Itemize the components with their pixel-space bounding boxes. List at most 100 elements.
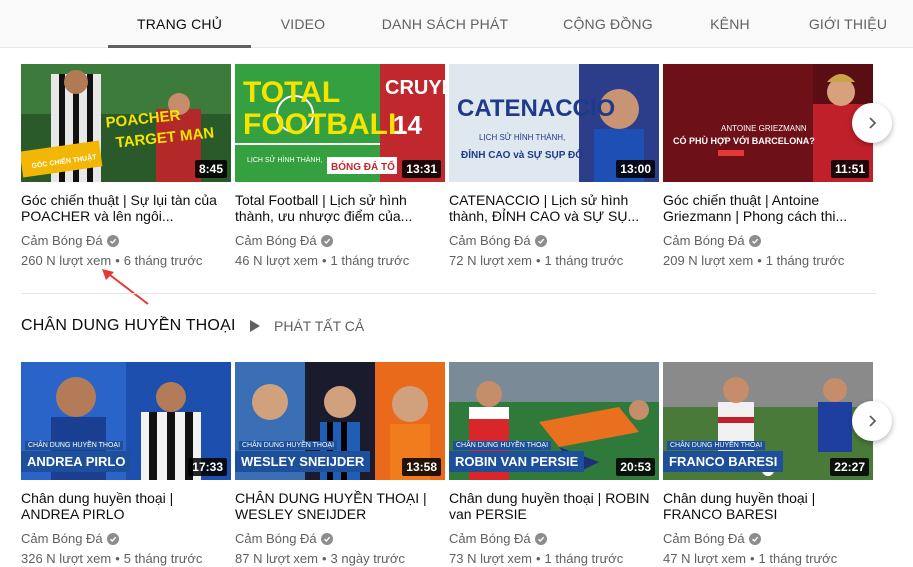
video-card[interactable]: CATENACCIO LỊCH SỬ HÌNH THÀNH, ĐỈNH CAO …: [449, 64, 659, 268]
upload-age: 1 tháng trước: [330, 253, 410, 268]
channel-name[interactable]: Cảm Bóng Đá: [449, 531, 659, 546]
meta-separator: •: [535, 551, 541, 566]
chevron-right-icon: [869, 415, 877, 427]
video-title[interactable]: Góc chiến thuật | Sự lụi tàn của POACHER…: [21, 192, 231, 224]
play-all-label: PHÁT TẤT CẢ: [274, 318, 365, 334]
video-title[interactable]: Chân dung huyền thoại | ROBIN van PERSIE: [449, 490, 659, 522]
video-title[interactable]: CATENACCIO | Lịch sử hình thành, ĐỈNH CA…: [449, 192, 659, 224]
upload-age: 6 tháng trước: [123, 253, 203, 268]
video-card[interactable]: TOTAL FOOTBALL CRUYFF 14 BÓNG ĐÁ TỔ LỊCH…: [235, 64, 445, 268]
video-thumbnail[interactable]: POACHER TARGET MAN GÓC CHIẾN THUẬT 8:45: [21, 64, 231, 182]
video-title[interactable]: Chân dung huyền thoại | ANDREA PIRLO: [21, 490, 231, 522]
section-title[interactable]: CHÂN DUNG HUYỀN THOẠI: [21, 317, 236, 335]
verified-check-icon: [748, 234, 761, 247]
view-count: 47 N lượt xem: [663, 551, 746, 566]
view-count: 260 N lượt xem: [21, 253, 112, 268]
verified-check-icon: [534, 234, 547, 247]
video-meta: 87 N lượt xem • 3 ngày trước: [235, 551, 445, 566]
thumbnail-caption: FRANCO BARESI: [663, 451, 784, 472]
tab-community[interactable]: CỘNG ĐỒNG: [552, 0, 664, 48]
svg-text:14: 14: [393, 110, 422, 140]
verified-check-icon: [320, 234, 333, 247]
upload-age: 1 tháng trước: [765, 253, 845, 268]
channel-name-text: Cảm Bóng Đá: [663, 233, 745, 248]
video-card[interactable]: ANTOINE GRIEZMANN CÓ PHÙ HỢP VỚI BARCELO…: [663, 64, 873, 268]
thumbnail-subcaption: CHÂN DUNG HUYỀN THOẠI: [25, 441, 124, 450]
chevron-right-icon: [869, 117, 877, 129]
channel-name-text: Cảm Bóng Đá: [449, 531, 531, 546]
svg-text:ĐỈNH CAO và SỰ SỤP ĐỔ: ĐỈNH CAO và SỰ SỤP ĐỔ: [461, 148, 583, 161]
view-count: 87 N lượt xem: [235, 551, 318, 566]
video-card[interactable]: POACHER TARGET MAN GÓC CHIẾN THUẬT 8:45 …: [21, 64, 231, 268]
svg-text:CRUYFF: CRUYFF: [385, 77, 445, 99]
svg-text:TOTAL: TOTAL: [243, 76, 340, 109]
video-meta: 47 N lượt xem • 1 tháng trước: [663, 551, 873, 566]
channel-tabs: TRANG CHỦ VIDEO DANH SÁCH PHÁT CỘNG ĐỒNG…: [0, 0, 913, 48]
svg-text:CÓ PHÙ HỢP VỚI BARCELONA?: CÓ PHÙ HỢP VỚI BARCELONA?: [673, 135, 815, 146]
video-thumbnail[interactable]: CHÂN DUNG HUYỀN THOẠI ROBIN VAN PERSIE 2…: [449, 362, 659, 480]
verified-check-icon: [106, 234, 119, 247]
tab-home[interactable]: TRANG CHỦ: [108, 0, 251, 48]
channel-name-text: Cảm Bóng Đá: [663, 531, 745, 546]
video-card[interactable]: CHÂN DUNG HUYỀN THOẠI FRANCO BARESI 22:2…: [663, 362, 873, 566]
thumbnail-subcaption: CHÂN DUNG HUYỀN THOẠI: [667, 441, 766, 450]
upload-age: 1 tháng trước: [544, 551, 624, 566]
view-count: 73 N lượt xem: [449, 551, 532, 566]
channel-name[interactable]: Cảm Bóng Đá: [449, 233, 659, 248]
channel-name[interactable]: Cảm Bóng Đá: [235, 233, 445, 248]
channel-name[interactable]: Cảm Bóng Đá: [235, 531, 445, 546]
upload-age: 1 tháng trước: [544, 253, 624, 268]
meta-separator: •: [321, 253, 327, 268]
video-meta: 326 N lượt xem • 5 tháng trước: [21, 551, 231, 566]
svg-text:LỊCH SỬ HÌNH THÀNH,: LỊCH SỬ HÌNH THÀNH,: [247, 155, 323, 164]
video-card[interactable]: CHÂN DUNG HUYỀN THOẠI WESLEY SNEIJDER 13…: [235, 362, 445, 566]
channel-name-text: Cảm Bóng Đá: [21, 233, 103, 248]
thumbnail-subcaption: CHÂN DUNG HUYỀN THOẠI: [453, 441, 552, 450]
video-card[interactable]: CHÂN DUNG HUYỀN THOẠI ANDREA PIRLO 17:33…: [21, 362, 231, 566]
shelf-next-button[interactable]: [852, 401, 892, 441]
video-thumbnail[interactable]: CHÂN DUNG HUYỀN THOẠI ANDREA PIRLO 17:33: [21, 362, 231, 480]
video-thumbnail[interactable]: CHÂN DUNG HUYỀN THOẠI WESLEY SNEIJDER 13…: [235, 362, 445, 480]
video-thumbnail[interactable]: TOTAL FOOTBALL CRUYFF 14 BÓNG ĐÁ TỔ LỊCH…: [235, 64, 445, 182]
meta-separator: •: [321, 551, 327, 566]
video-title[interactable]: Chân dung huyền thoại | FRANCO BARESI: [663, 490, 873, 522]
channel-name[interactable]: Cảm Bóng Đá: [663, 531, 873, 546]
shelf-next-button[interactable]: [852, 103, 892, 143]
tab-about[interactable]: GIỚI THIỆU: [796, 0, 900, 48]
tab-channels[interactable]: KÊNH: [697, 0, 763, 48]
play-all-button[interactable]: PHÁT TẤT CẢ: [249, 318, 364, 334]
channel-name[interactable]: Cảm Bóng Đá: [21, 531, 231, 546]
upload-age: 1 tháng trước: [758, 551, 838, 566]
thumbnail-caption: ROBIN VAN PERSIE: [449, 451, 585, 472]
play-icon: [250, 320, 260, 332]
tab-videos[interactable]: VIDEO: [268, 0, 338, 48]
video-title[interactable]: CHÂN DUNG HUYỀN THOẠI | WESLEY SNEIJDER: [235, 490, 445, 522]
video-duration: 13:00: [616, 160, 655, 178]
thumbnail-caption: WESLEY SNEIJDER: [235, 451, 371, 472]
channel-name[interactable]: Cảm Bóng Đá: [21, 233, 231, 248]
video-duration: 8:45: [194, 160, 227, 178]
video-meta: 209 N lượt xem • 1 tháng trước: [663, 253, 873, 268]
annotation-arrow-icon: [102, 269, 149, 305]
video-title[interactable]: Góc chiến thuật | Antoine Griezmann | Ph…: [663, 192, 873, 224]
meta-separator: •: [115, 253, 120, 268]
video-meta: 260 N lượt xem • 6 tháng trước: [21, 253, 231, 268]
video-duration: 17:33: [188, 458, 227, 476]
upload-age: 5 tháng trước: [123, 551, 203, 566]
view-count: 326 N lượt xem: [21, 551, 112, 566]
section-divider: [21, 293, 876, 294]
video-thumbnail[interactable]: CATENACCIO LỊCH SỬ HÌNH THÀNH, ĐỈNH CAO …: [449, 64, 659, 182]
video-meta: 72 N lượt xem • 1 tháng trước: [449, 253, 659, 268]
video-card[interactable]: CHÂN DUNG HUYỀN THOẠI ROBIN VAN PERSIE 2…: [449, 362, 659, 566]
verified-check-icon: [106, 532, 119, 545]
video-title[interactable]: Total Football | Lịch sử hình thành, ưu …: [235, 192, 445, 224]
channel-name-text: Cảm Bóng Đá: [235, 233, 317, 248]
tab-playlists[interactable]: DANH SÁCH PHÁT: [372, 0, 518, 48]
video-thumbnail[interactable]: CHÂN DUNG HUYỀN THOẠI FRANCO BARESI 22:2…: [663, 362, 873, 480]
channel-name[interactable]: Cảm Bóng Đá: [663, 233, 873, 248]
video-duration: 22:27: [830, 458, 869, 476]
video-thumbnail[interactable]: ANTOINE GRIEZMANN CÓ PHÙ HỢP VỚI BARCELO…: [663, 64, 873, 182]
meta-separator: •: [535, 253, 541, 268]
video-meta: 46 N lượt xem • 1 tháng trước: [235, 253, 445, 268]
svg-text:ANTOINE GRIEZMANN: ANTOINE GRIEZMANN: [721, 124, 807, 133]
